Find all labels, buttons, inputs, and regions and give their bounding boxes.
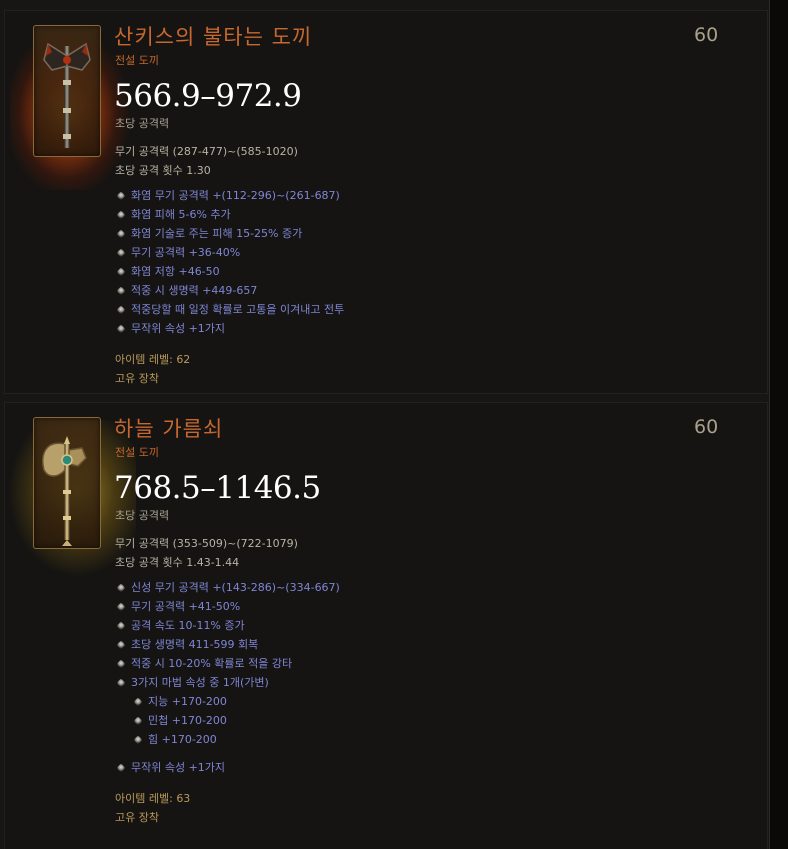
affix: 적중 시 생명력 +449-657	[116, 283, 258, 299]
item-name[interactable]: 하늘 가름쇠	[114, 413, 223, 443]
affix: 무작위 속성 +1가지	[116, 321, 226, 337]
affix-text: 공격 속도 10-11% 증가	[131, 619, 245, 632]
bind-status: 고유 장착	[115, 372, 159, 385]
item-level-label: 아이템 레벨:	[115, 353, 173, 366]
required-level: 60	[694, 416, 719, 438]
bullet-icon	[116, 640, 126, 650]
affix: 화염 피해 5-6% 추가	[116, 207, 231, 223]
weapon-damage: 무기 공격력 (353-509)~(722-1079)	[115, 535, 298, 551]
item-level-label: 아이템 레벨:	[115, 792, 173, 805]
affix: 화염 무기 공격력 +(112-296)~(261-687)	[116, 188, 340, 204]
speed-label: 초당 공격 횟수	[115, 556, 183, 569]
bullet-icon	[116, 678, 126, 688]
affix-text: 적중 시 생명력 +449-657	[131, 284, 258, 297]
affix: 무기 공격력 +41-50%	[116, 599, 241, 615]
affix-text: 화염 저항 +46-50	[131, 265, 220, 278]
attack-speed: 초당 공격 횟수 1.30	[115, 162, 211, 178]
affix-text: 화염 기술로 주는 피해 15-25% 증가	[131, 227, 303, 240]
dps-label: 초당 공격력	[115, 117, 170, 130]
affix-text: 3가지 마법 속성 중 1개(가변)	[131, 676, 269, 689]
bullet-icon	[116, 659, 126, 669]
sub-affix: 지능 +170-200	[133, 694, 227, 710]
speed-label: 초당 공격 횟수	[115, 164, 183, 177]
bullet-icon	[116, 229, 126, 239]
bullet-icon	[116, 267, 126, 277]
bullet-icon	[116, 583, 126, 593]
dps-value: 566.9–972.9	[114, 78, 302, 114]
affix-text: 무작위 속성 +1가지	[131, 322, 226, 335]
weapon-damage: 무기 공격력 (287-477)~(585-1020)	[115, 143, 298, 159]
affix-text: 적중 시 10-20% 확률로 적을 강타	[131, 657, 293, 670]
affix: 무작위 속성 +1가지	[116, 760, 226, 776]
affix: 화염 저항 +46-50	[116, 264, 220, 280]
axe-icon	[43, 42, 91, 148]
speed-value: 1.43-1.44	[186, 556, 240, 569]
item-level: 아이템 레벨: 62	[115, 351, 190, 367]
damage-value: (353-509)~(722-1079)	[172, 537, 298, 550]
item-level: 아이템 레벨: 63	[115, 790, 190, 806]
damage-label: 무기 공격력	[115, 145, 170, 158]
bullet-icon	[133, 735, 143, 745]
bullet-icon	[133, 716, 143, 726]
item-type: 전설 도끼	[115, 54, 159, 67]
item-type: 전설 도끼	[115, 446, 159, 459]
affix-text: 무기 공격력 +36-40%	[131, 246, 241, 259]
item-icon-frame[interactable]	[33, 417, 101, 549]
affix: 적중당할 때 일정 확률로 고통을 이겨내고 전투	[116, 302, 345, 318]
item-level-value: 62	[176, 353, 191, 366]
speed-value: 1.30	[186, 164, 211, 177]
dps-label: 초당 공격력	[115, 509, 170, 522]
item-icon-frame[interactable]	[33, 25, 101, 157]
affix-text: 적중당할 때 일정 확률로 고통을 이겨내고 전투	[131, 303, 345, 316]
item-level-value: 63	[176, 792, 191, 805]
affix-text: 민첩 +170-200	[148, 714, 227, 727]
dps-value: 768.5–1146.5	[114, 470, 321, 506]
affix: 3가지 마법 속성 중 1개(가변)	[116, 675, 269, 691]
affix-text: 지능 +170-200	[148, 695, 227, 708]
bullet-icon	[116, 621, 126, 631]
affix: 적중 시 10-20% 확률로 적을 강타	[116, 656, 293, 672]
affix-text: 무기 공격력 +41-50%	[131, 600, 241, 613]
affix-text: 초당 생명력 411-599 회복	[131, 638, 259, 651]
bullet-icon	[116, 286, 126, 296]
damage-label: 무기 공격력	[115, 537, 170, 550]
affix: 화염 기술로 주는 피해 15-25% 증가	[116, 226, 303, 242]
damage-value: (287-477)~(585-1020)	[172, 145, 298, 158]
affix-text: 화염 피해 5-6% 추가	[131, 208, 231, 221]
attack-speed: 초당 공격 횟수 1.43-1.44	[115, 554, 239, 570]
bullet-icon	[116, 324, 126, 334]
sub-affix: 힘 +170-200	[133, 732, 217, 748]
bind-status: 고유 장착	[115, 811, 159, 824]
bullet-icon	[116, 305, 126, 315]
bullet-icon	[116, 248, 126, 258]
affix: 무기 공격력 +36-40%	[116, 245, 241, 261]
axe-icon	[42, 436, 87, 546]
bullet-icon	[116, 602, 126, 612]
affix-text: 무작위 속성 +1가지	[131, 761, 226, 774]
affix-text: 신성 무기 공격력 +(143-286)~(334-667)	[131, 581, 340, 594]
affix-text: 화염 무기 공격력 +(112-296)~(261-687)	[131, 189, 340, 202]
bullet-icon	[116, 210, 126, 220]
item-name[interactable]: 산키스의 불타는 도끼	[114, 21, 312, 51]
affix: 신성 무기 공격력 +(143-286)~(334-667)	[116, 580, 340, 596]
affix: 공격 속도 10-11% 증가	[116, 618, 245, 634]
affix-text: 힘 +170-200	[148, 733, 217, 746]
bullet-icon	[116, 191, 126, 201]
required-level: 60	[694, 24, 719, 46]
affix: 초당 생명력 411-599 회복	[116, 637, 259, 653]
bullet-icon	[116, 763, 126, 773]
bullet-icon	[133, 697, 143, 707]
sub-affix: 민첩 +170-200	[133, 713, 227, 729]
